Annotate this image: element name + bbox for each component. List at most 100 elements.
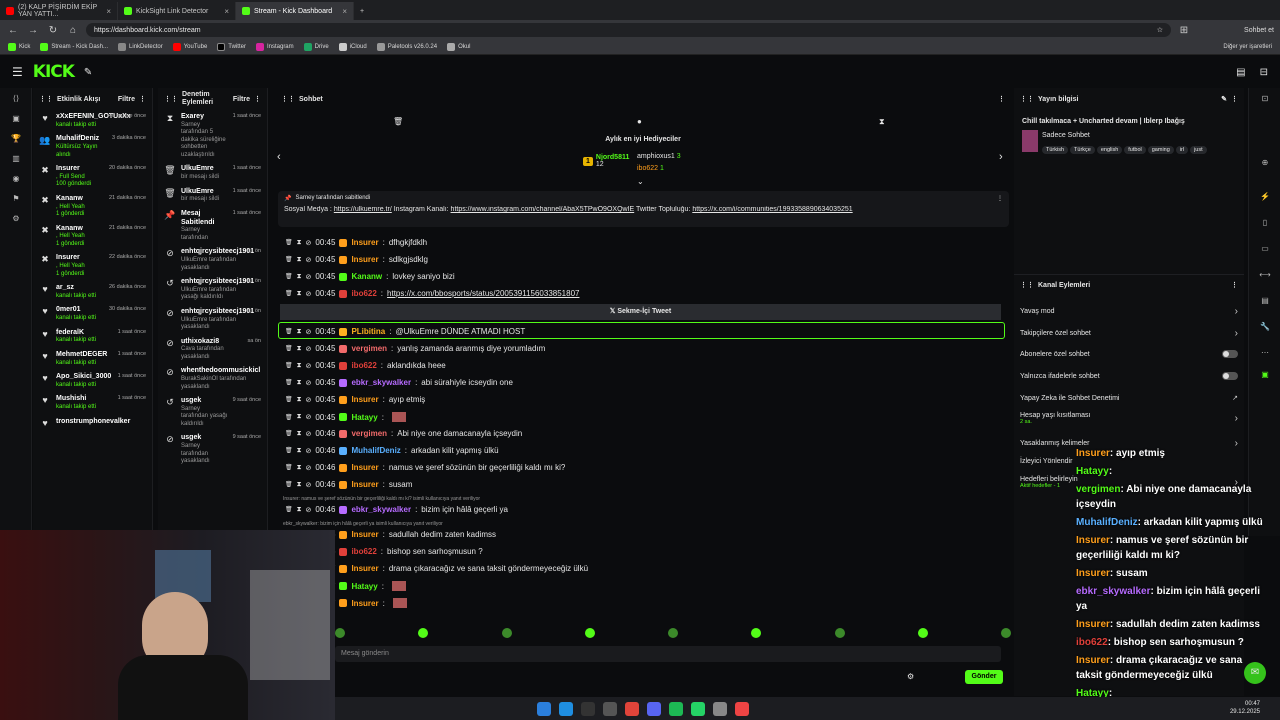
delete-message-icon[interactable]: 🗑 xyxy=(285,290,293,297)
menu-icon[interactable]: ☰ xyxy=(12,65,23,79)
close-icon[interactable]: × xyxy=(342,7,347,16)
rail-icon[interactable]: ⚡ xyxy=(1249,192,1280,212)
delete-message-icon[interactable]: 🗑 xyxy=(285,239,293,246)
drag-handle-icon[interactable]: ⋮⋮ xyxy=(39,95,53,103)
spotify-icon[interactable] xyxy=(669,701,683,716)
bookmark-item[interactable]: LinkDetector xyxy=(118,43,163,51)
close-icon[interactable]: × xyxy=(224,7,229,16)
message-username[interactable]: Insurer xyxy=(351,599,378,608)
activity-user[interactable]: tronstrumphonevalker xyxy=(56,418,141,427)
bookmark-item[interactable]: Twitter xyxy=(217,43,246,51)
hourglass-icon[interactable]: ⧗ xyxy=(879,117,885,127)
rail-icon[interactable]: ⚑ xyxy=(0,194,32,214)
pinned-link[interactable]: https://ulkuemre.tr/ xyxy=(334,206,392,213)
chat-bubble-icon[interactable]: ● xyxy=(637,117,642,126)
message-link[interactable]: https://x.com/bbosports/status/200539115… xyxy=(387,289,579,298)
filter-button[interactable]: Filtre xyxy=(118,96,135,103)
more-icon[interactable]: ⋮ xyxy=(1231,95,1238,103)
moderation-user[interactable]: enhtqjrcysibteecj1901 xyxy=(181,278,254,287)
activity-user[interactable]: MuhalifDeniz xyxy=(56,135,107,144)
bookmark-item[interactable]: YouTube xyxy=(172,43,207,51)
emote-icon[interactable] xyxy=(501,628,512,638)
emote-icon[interactable] xyxy=(1001,628,1011,638)
ban-icon[interactable]: ⊘ xyxy=(306,413,312,421)
channel-action-item[interactable]: Hesap yaşı kısıtlaması 2 sa. › xyxy=(1020,412,1238,425)
toggle-switch[interactable] xyxy=(1222,350,1238,358)
message-username[interactable]: ibo622 xyxy=(351,289,376,298)
clock[interactable]: 00:47 29.12.2025 xyxy=(1230,701,1260,715)
message-username[interactable]: MuhalifDeniz xyxy=(351,446,400,455)
browser-tab-youtube[interactable]: (2) KALP PİŞİRDİM EKİP YAN YATTI... × xyxy=(0,2,118,20)
rail-icon[interactable]: ▯ xyxy=(1249,218,1280,238)
delete-message-icon[interactable]: 🗑 xyxy=(285,414,293,421)
rail-icon[interactable]: ⟷ xyxy=(1249,270,1280,290)
ban-icon[interactable]: ⊘ xyxy=(306,447,312,455)
delete-message-icon[interactable]: 🗑 xyxy=(285,464,293,471)
timeout-icon[interactable]: ⧗ xyxy=(297,362,302,370)
moderation-user[interactable]: UlkuEmre xyxy=(181,188,228,197)
rail-icon[interactable]: ▭ xyxy=(1249,244,1280,264)
rail-icon[interactable]: ▥ xyxy=(0,154,32,174)
delete-message-icon[interactable]: 🗑 xyxy=(285,273,293,280)
emote-icon[interactable] xyxy=(418,628,429,638)
timeout-icon[interactable]: ⧗ xyxy=(297,464,302,472)
moderation-user[interactable]: usgek xyxy=(181,397,228,406)
activity-user[interactable]: Kananw xyxy=(56,225,104,234)
message-username[interactable]: Insurer xyxy=(351,238,378,247)
rail-icon[interactable]: 🔧 xyxy=(1249,322,1280,342)
message-username[interactable]: Insurer xyxy=(351,530,378,539)
channel-action-item[interactable]: Abonelere özel sohbet xyxy=(1020,350,1238,358)
windows-start-icon[interactable] xyxy=(537,701,551,716)
back-icon[interactable]: ← xyxy=(6,25,20,36)
message-username[interactable]: Insurer xyxy=(351,395,378,404)
more-icon[interactable]: ⋮ xyxy=(139,95,146,103)
chevron-left-icon[interactable]: ‹ xyxy=(277,151,281,163)
obs-icon[interactable] xyxy=(625,701,639,716)
stream-tag[interactable]: Türkish xyxy=(1042,146,1069,154)
timeout-icon[interactable]: ⧗ xyxy=(297,345,302,353)
pin-icon[interactable]: ✎ xyxy=(84,67,92,78)
moderation-user[interactable]: usgek xyxy=(181,434,228,443)
edge-icon[interactable] xyxy=(559,701,573,716)
chat-input[interactable]: Mesaj gönderin xyxy=(335,646,1001,662)
bookmark-item[interactable]: Drive xyxy=(303,43,329,51)
channel-action-item[interactable]: İzleyici Yönlendir xyxy=(1020,458,1238,465)
other-bookmarks[interactable]: Diğer yer işaretleri xyxy=(1223,44,1272,50)
chevron-right-icon[interactable]: › xyxy=(999,151,1003,163)
chat-settings-icon[interactable]: ⚙ xyxy=(907,672,914,681)
stream-tag[interactable]: just xyxy=(1190,146,1207,154)
ban-icon[interactable]: ⊘ xyxy=(306,345,312,353)
emote-icon[interactable] xyxy=(584,628,595,638)
rail-icon[interactable]: 🏆 xyxy=(0,134,32,154)
edit-icon[interactable]: ✎ xyxy=(1221,95,1227,103)
profile-button[interactable]: Sohbet et xyxy=(1244,27,1274,34)
more-icon[interactable]: ⋮ xyxy=(998,95,1005,103)
moderation-user[interactable]: uthixokazi8 xyxy=(181,338,243,347)
bookmark-item[interactable]: Paletools v26.0.24 xyxy=(376,43,437,51)
timeout-icon[interactable]: ⧗ xyxy=(297,273,302,281)
delete-message-icon[interactable]: 🗑 xyxy=(285,256,293,263)
star-icon[interactable]: ☆ xyxy=(1157,26,1163,34)
message-username[interactable]: Insurer xyxy=(351,463,378,472)
activity-user[interactable]: MehmetDEGER xyxy=(56,351,113,360)
tweet-embed-toggle[interactable]: 𝕏 Sekme-İçi Tweet xyxy=(280,304,1001,320)
activity-user[interactable]: Mushishi xyxy=(56,395,113,404)
pinned-link[interactable]: https://x.com/i/communities/199335889063… xyxy=(692,206,852,213)
ban-icon[interactable]: ⊘ xyxy=(306,239,312,247)
moderation-user[interactable]: UlkuEmre xyxy=(181,165,228,174)
forward-icon[interactable]: → xyxy=(26,25,40,36)
timeout-icon[interactable]: ⧗ xyxy=(297,256,302,264)
activity-user[interactable]: ar_sz xyxy=(56,284,104,293)
home-icon[interactable]: ⌂ xyxy=(66,25,80,36)
rail-icon[interactable]: ⊡ xyxy=(1249,94,1280,114)
bookmark-item[interactable]: Kick xyxy=(8,43,30,51)
app-icon[interactable] xyxy=(735,701,749,716)
stream-tag[interactable]: Türkçe xyxy=(1070,146,1095,154)
settings-icon[interactable]: ⚙ xyxy=(0,214,32,234)
bookmark-item[interactable]: Okul xyxy=(447,43,470,51)
channel-action-item[interactable]: Yalnızca ifadelerle sohbet xyxy=(1020,372,1238,380)
channel-action-item[interactable]: Yapay Zeka ile Sohbet Denetimi ↗ xyxy=(1020,394,1238,403)
activity-user[interactable]: federalK xyxy=(56,329,113,338)
unpin-icon[interactable]: ⋮ xyxy=(997,195,1003,202)
delete-message-icon[interactable]: 🗑 xyxy=(285,396,293,403)
